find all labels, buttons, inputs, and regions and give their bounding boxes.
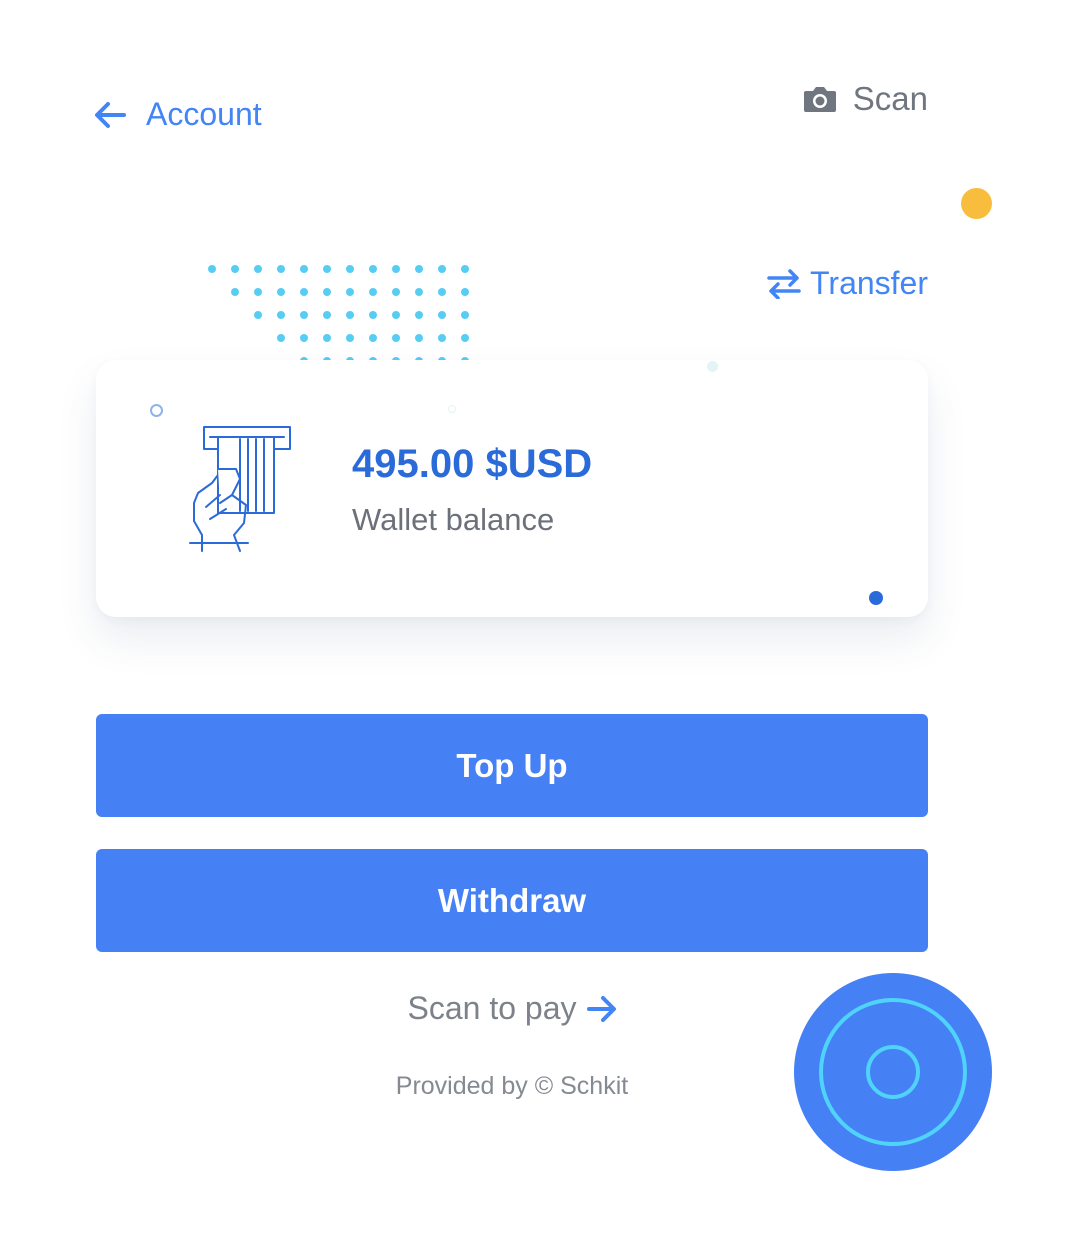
transfer-button[interactable]: Transfer xyxy=(766,265,928,302)
top-up-button[interactable]: Top Up xyxy=(96,714,928,817)
swap-arrows-icon xyxy=(767,268,801,299)
decorative-faint-ring xyxy=(448,405,456,413)
wallet-balance-amount: 495.00 $USD xyxy=(352,442,593,486)
transfer-label: Transfer xyxy=(810,265,928,301)
wallet-balance-label: Wallet balance xyxy=(352,502,555,537)
back-to-account-link[interactable]: Account xyxy=(94,96,262,133)
scan-to-pay-label: Scan to pay xyxy=(407,990,577,1026)
decorative-ring-dot xyxy=(150,404,163,417)
back-link-label: Account xyxy=(146,96,262,132)
arrow-right-icon xyxy=(586,995,616,1022)
decorative-yellow-dot xyxy=(961,188,992,219)
decorative-dot-grid xyxy=(208,265,469,365)
target-circle-icon xyxy=(819,998,967,1146)
decorative-blue-dot xyxy=(869,591,883,605)
scan-button[interactable]: Scan xyxy=(803,80,928,118)
camera-icon xyxy=(803,87,836,112)
arrow-left-icon xyxy=(95,101,126,128)
wallet-balance-card: 495.00 $USD Wallet balance xyxy=(96,360,928,617)
wallet-page: Account Scan Transfer 495.00 $USD Wallet… xyxy=(0,0,1068,1248)
scan-label: Scan xyxy=(852,80,928,117)
card-payment-illustration xyxy=(189,426,291,552)
withdraw-button[interactable]: Withdraw xyxy=(96,849,928,952)
scan-fab-button[interactable] xyxy=(794,973,992,1171)
decorative-faint-dot xyxy=(707,361,718,372)
